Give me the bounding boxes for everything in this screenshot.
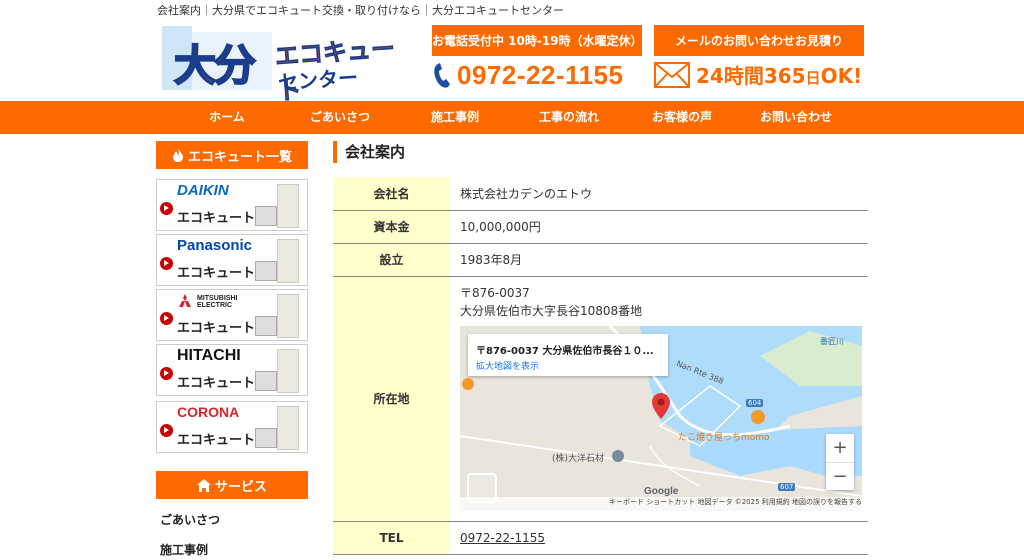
nav-home[interactable]: ホーム — [172, 101, 282, 134]
brand-label: エコキュート — [177, 266, 256, 281]
company-info-table: 会社名 株式会社カデンのエトウ 資本金 10,000,000円 設立 1983年… — [333, 177, 868, 555]
row-key: 会社名 — [333, 177, 450, 211]
row-key: TEL — [333, 521, 450, 555]
row-value: 1983年8月 — [450, 243, 868, 277]
phone-link[interactable]: 0972-22-1155 — [433, 60, 623, 91]
map-enlarge-link[interactable]: 拡大地図を表示 — [476, 359, 539, 372]
header-phone-number: 0972-22-1155 — [457, 60, 624, 90]
table-row: 会社名 株式会社カデンのエトウ — [333, 177, 868, 211]
mail-hours-suffix: OK! — [820, 64, 863, 88]
address-cell: 〒876-0037 大分県佐伯市大字長谷10808番地 〒876-0037 大分… — [450, 276, 868, 522]
logo-sub-text-2: センター — [277, 65, 359, 95]
cafe-icon[interactable] — [462, 377, 474, 390]
chevron-right-icon — [160, 257, 173, 270]
map-stone-label[interactable]: (株)大洋石材 — [552, 451, 604, 464]
heat-pump-image — [255, 316, 277, 336]
sidebar-eco-title-text: エコキュート一覧 — [187, 149, 292, 165]
row-value: 10,000,000円 — [450, 210, 868, 244]
map-zoom-control: + − — [826, 433, 854, 490]
tank-unit-image — [277, 239, 299, 283]
row-value: 株式会社カデンのエトウ — [450, 177, 868, 211]
table-row: TEL 0972-22-1155 — [333, 521, 868, 555]
brand-label: エコキュート — [177, 321, 256, 336]
zip-code: 〒876-0037 — [460, 285, 530, 300]
table-row: 所在地 〒876-0037 大分県佐伯市大字長谷10808番地 〒876-003… — [333, 276, 868, 522]
site-logo[interactable]: 大分 エコキュート センター — [160, 24, 410, 106]
sidebar-link-greeting[interactable]: ごあいさつ — [160, 511, 220, 528]
address: 大分県佐伯市大字長谷10808番地 — [460, 303, 643, 318]
restaurant-icon[interactable] — [751, 409, 765, 424]
brand-label: エコキュート — [177, 433, 256, 448]
nav-process[interactable]: 工事の流れ — [514, 101, 624, 134]
tank-unit-image — [277, 294, 299, 338]
google-logo[interactable]: Google — [644, 486, 678, 497]
map-pin-icon[interactable] — [652, 392, 670, 419]
tank-unit-image — [277, 184, 299, 228]
google-map[interactable]: 〒876-0037 大分県佐伯市長谷１０... 拡大地図を表示 Nan Rte … — [460, 325, 862, 511]
brand-label: エコキュート — [177, 376, 256, 391]
map-info-card: 〒876-0037 大分県佐伯市長谷１０... 拡大地図を表示 — [468, 333, 668, 376]
chevron-right-icon — [160, 312, 173, 325]
mitsubishi-logo-icon — [179, 294, 191, 307]
flame-icon — [172, 148, 183, 162]
mail-contact-button[interactable]: メールのお問い合わせお見積り — [654, 25, 864, 56]
brand-name: Panasonic — [177, 237, 253, 254]
nav-greeting[interactable]: ごあいさつ — [285, 101, 395, 134]
envelope-icon — [654, 61, 690, 88]
map-restaurant-label[interactable]: たこ焼き屋っちmomo — [678, 430, 770, 443]
brand-hitachi[interactable]: HITACHI エコキュート — [156, 344, 308, 396]
tank-unit-image — [277, 406, 299, 450]
chevron-right-icon — [160, 367, 173, 380]
brand-panasonic[interactable]: Panasonic エコキュート — [156, 234, 308, 286]
row-key: 資本金 — [333, 210, 450, 244]
sidebar-eco-title: エコキュート一覧 — [156, 141, 308, 169]
nav-contact[interactable]: お問い合わせ — [741, 101, 851, 134]
brand-daikin[interactable]: DAIKIN エコキュート — [156, 179, 308, 231]
page-title: 会社案内 — [333, 141, 405, 163]
zoom-out-button[interactable]: − — [826, 463, 854, 490]
map-route-604: 604 — [746, 398, 764, 407]
zoom-in-button[interactable]: + — [826, 434, 854, 463]
phone-icon — [434, 62, 450, 88]
brand-name: HITACHI — [177, 347, 241, 364]
nav-works[interactable]: 施工事例 — [400, 101, 510, 134]
nav-voices[interactable]: お客様の声 — [627, 101, 737, 134]
table-row: 資本金 10,000,000円 — [333, 210, 868, 244]
tel-link[interactable]: 0972-22-1155 — [460, 531, 545, 545]
brand-name: CORONA — [177, 404, 240, 420]
phone-hours-banner: お電話受付中 10時-19時（水曜定休） — [432, 25, 643, 56]
brand-mitsubishi[interactable]: MITSUBISHI ELECTRIC エコキュート — [156, 289, 308, 341]
tagline: 会社案内｜大分県でエコキュート交換・取り付けなら｜大分エコキュートセンター — [157, 4, 564, 17]
sidebar-link-works[interactable]: 施工事例 — [160, 541, 208, 558]
mail-hours: 24時間365日OK! — [654, 60, 862, 89]
tel-cell: 0972-22-1155 — [450, 521, 868, 555]
brand-name: DAIKIN — [177, 182, 229, 199]
tank-unit-image — [277, 349, 299, 393]
chevron-right-icon — [160, 202, 173, 215]
heat-pump-image — [255, 371, 277, 391]
logo-main-text: 大分 — [173, 40, 257, 91]
heat-pump-image — [255, 428, 277, 448]
map-footer[interactable]: キーボード ショートカット 地図データ ©2025 利用規約 地図の誤りを報告す… — [460, 496, 862, 511]
heat-pump-image — [255, 206, 277, 226]
global-nav: ホーム ごあいさつ 施工事例 工事の流れ お客様の声 お問い合わせ — [0, 101, 1024, 134]
heat-pump-image — [255, 261, 277, 281]
sidebar-service-title: サービス — [156, 471, 308, 499]
chevron-right-icon — [160, 424, 173, 437]
table-row: 設立 1983年8月 — [333, 243, 868, 277]
home-icon — [196, 478, 211, 492]
brand-label: エコキュート — [177, 211, 256, 226]
row-key: 設立 — [333, 243, 450, 277]
row-key: 所在地 — [333, 276, 450, 522]
map-river-label: 番匠川 — [820, 336, 844, 346]
map-card-title: 〒876-0037 大分県佐伯市長谷１０... — [476, 345, 654, 357]
sidebar-service-title-text: サービス — [214, 479, 267, 495]
brand-name: MITSUBISHI ELECTRIC — [197, 295, 238, 309]
place-icon[interactable] — [612, 449, 624, 462]
map-route-607: 607 — [778, 482, 796, 491]
brand-corona[interactable]: CORONA エコキュート — [156, 401, 308, 453]
mail-hours-day: 日 — [805, 69, 821, 87]
mail-hours-prefix: 24時間365 — [696, 64, 806, 88]
